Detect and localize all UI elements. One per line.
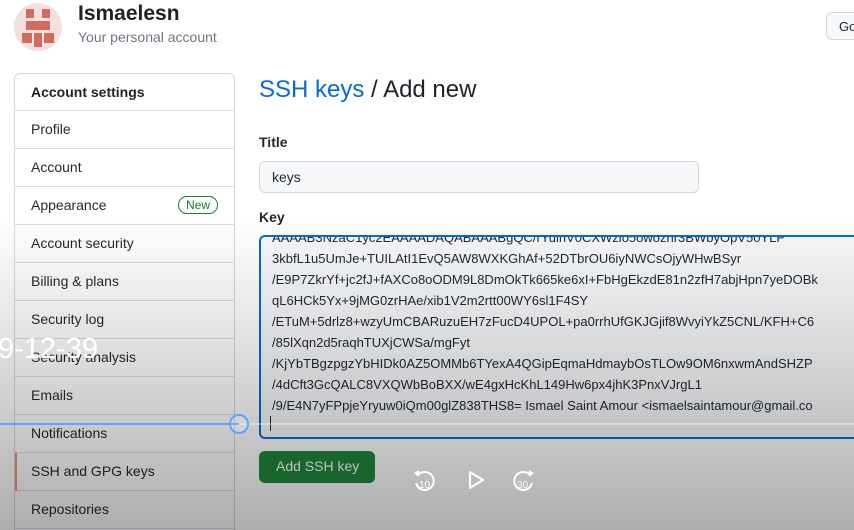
title-label: Title	[259, 134, 288, 150]
forward-seconds: 30	[517, 480, 529, 491]
sidebar-item-label: Security log	[31, 311, 105, 327]
seek-bar-handle[interactable]	[229, 414, 249, 434]
sidebar-item-ssh-gpg-keys[interactable]: SSH and GPG keys	[15, 453, 234, 491]
key-line: /9/E4N7yFPpjeYryuw0iQm00glZ838THS8= Isma…	[272, 398, 813, 413]
key-label: Key	[259, 209, 285, 225]
sidebar-item-appearance[interactable]: Appearance New	[15, 187, 234, 225]
sidebar-item-label: Emails	[31, 387, 74, 403]
sidebar-item-notifications[interactable]: Notifications	[15, 415, 234, 453]
key-line: /4dCft3GcQALC8VXQWbBoBXX/wE4gxHcKhL149Hw…	[272, 377, 702, 392]
seek-bar-progress	[0, 423, 239, 425]
rewind-seconds: 10	[419, 480, 431, 491]
sidebar-item-account[interactable]: Account	[15, 149, 234, 187]
key-line: /85lXqn2d5raqhTUXjCWSa/mgFyt	[272, 335, 470, 350]
key-line: qL6HCk5Yx+9jMG0zrHAe/xib1V2m2rtt00WY6sl1…	[272, 293, 589, 308]
sidebar-item-emails[interactable]: Emails	[15, 377, 234, 415]
key-line: 3kbfL1u5UmJe+TUILAtI1EvQ5AW8WXKGhAf+52DT…	[272, 251, 742, 266]
forward-button[interactable]: 30	[510, 466, 538, 494]
sidebar-item-label: Notifications	[31, 425, 108, 441]
account-subtitle: Your personal account	[78, 29, 217, 45]
breadcrumb-current: Add new	[383, 76, 477, 103]
page-title: SSH keys / Add new	[259, 76, 476, 104]
key-line: /ETuM+5drlz8+wzyUmCBARuzuEH7zFucD4UPOL+p…	[272, 314, 815, 329]
sidebar-item-label: Billing & plans	[31, 273, 119, 289]
account-username[interactable]: Ismaelesn	[78, 2, 180, 26]
key-line: /E9P7ZkrYf+jc2fJ+fAXCo8oODM9L8DmOkTk665k…	[272, 272, 818, 287]
sidebar-item-billing[interactable]: Billing & plans	[15, 263, 234, 301]
add-ssh-key-button[interactable]: Add SSH key	[259, 451, 375, 483]
sidebar-item-label: SSH and GPG keys	[31, 463, 155, 479]
play-button[interactable]	[461, 466, 489, 494]
sidebar-item-label: Appearance	[31, 197, 107, 213]
title-input[interactable]: keys	[259, 161, 699, 193]
key-textarea[interactable]: AAAAB3NzaC1yc2EAAAADAQABAAABgQC/rYulhV0C…	[259, 235, 854, 439]
new-badge: New	[177, 196, 218, 214]
sidebar-item-repositories[interactable]: Repositories	[15, 491, 234, 529]
sidebar-item-account-security[interactable]: Account security	[15, 225, 234, 263]
sidebar-item-label: Profile	[31, 121, 71, 137]
settings-sidebar: Account settings Profile Account Appeara…	[14, 73, 235, 530]
sidebar-item-label: Repositories	[31, 501, 109, 517]
play-icon	[469, 471, 484, 489]
sidebar-heading: Account settings	[15, 74, 234, 111]
sidebar-item-profile[interactable]: Profile	[15, 111, 234, 149]
video-timestamp: 9-12-39	[0, 333, 98, 365]
sidebar-item-label: Account	[31, 159, 82, 175]
rewind-button[interactable]: 10	[410, 466, 438, 494]
avatar[interactable]	[14, 3, 62, 51]
key-line: AAAAB3NzaC1yc2EAAAADAQABAAABgQC/rYulhV0C…	[272, 235, 786, 245]
go-to-profile-button[interactable]: Go	[826, 12, 854, 40]
breadcrumb-separator: /	[364, 76, 384, 103]
key-line: /KjYbTBgzpgzYbHIDk0AZ5OMMb6TYexA4QGipEqm…	[272, 356, 813, 371]
breadcrumb-ssh-keys-link[interactable]: SSH keys	[259, 76, 364, 103]
sidebar-item-label: Account security	[31, 235, 134, 251]
